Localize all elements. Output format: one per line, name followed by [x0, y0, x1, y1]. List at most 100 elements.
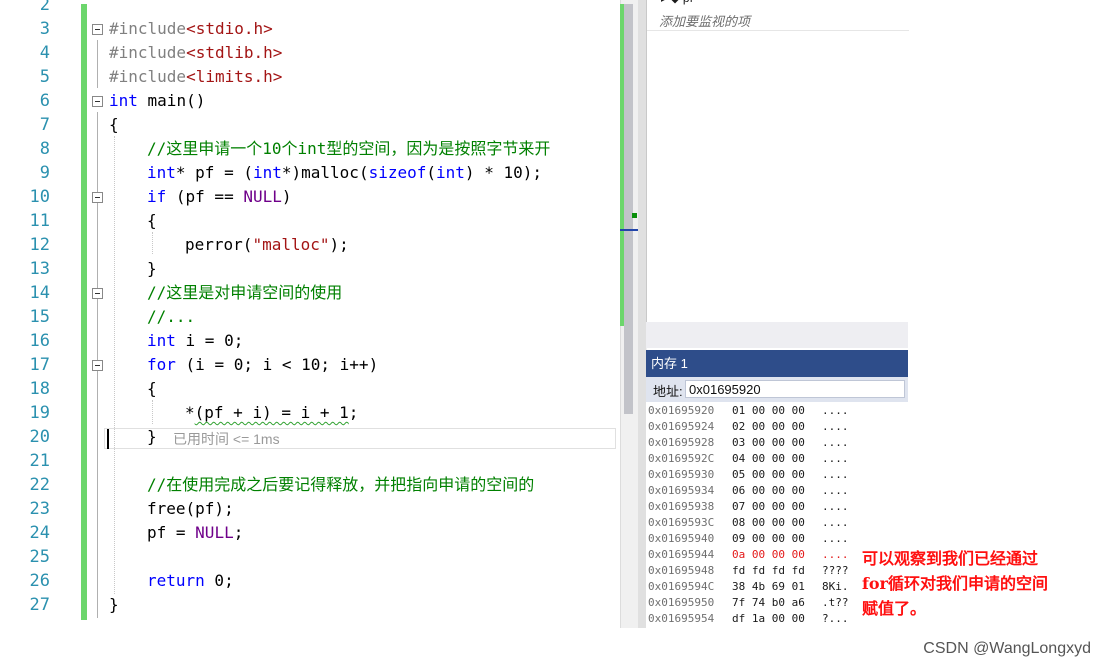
code-token: #include	[109, 43, 187, 62]
memory-bytes: fd fd fd fd	[732, 564, 805, 577]
code-line: 25	[0, 545, 620, 569]
code-line: 5 #include<limits.h>	[0, 65, 620, 89]
memory-address-bar: 地址: 0x01695920	[646, 377, 908, 402]
line-number: 23	[29, 499, 50, 519]
annotation-line: for循环对我们申请的空间	[862, 574, 1048, 593]
code-token: for	[147, 355, 176, 374]
code-text: {	[147, 377, 157, 401]
memory-address: 0x01695940	[648, 532, 715, 545]
annotation-line: 赋值了。	[862, 599, 927, 618]
memory-address: 0x01695934	[648, 484, 715, 497]
memory-row[interactable]: 0x01695928 03 00 00 00....	[646, 435, 908, 451]
memory-ascii: ....	[822, 548, 849, 561]
memory-address: 0x01695930	[648, 468, 715, 481]
code-text: pf = NULL;	[147, 521, 243, 545]
fold-toggle-for[interactable]	[92, 360, 103, 371]
code-line: 4 #include<stdlib.h>	[0, 41, 620, 65]
code-token: <limits.h>	[186, 67, 283, 86]
memory-row[interactable]: 0x0169593C 08 00 00 00....	[646, 515, 908, 531]
code-token: #include	[109, 67, 187, 86]
code-text: }	[109, 593, 119, 617]
panel-splitter[interactable]	[646, 322, 908, 348]
code-line: 21	[0, 449, 620, 473]
memory-row[interactable]: 0x01695924 02 00 00 00....	[646, 419, 908, 435]
code-token: pf =	[147, 523, 196, 542]
code-text: perror("malloc");	[185, 233, 349, 257]
code-text: return 0;	[147, 569, 234, 593]
code-line: 12 perror("malloc");	[0, 233, 620, 257]
code-token: free(pf);	[147, 499, 234, 518]
line-number: 8	[39, 139, 50, 159]
memory-bytes: 0a 00 00 00	[732, 548, 805, 561]
code-token: (	[426, 163, 437, 182]
code-text: free(pf);	[147, 497, 234, 521]
code-text: //这里是对申请空间的使用	[147, 281, 342, 305]
code-line: 23 free(pf);	[0, 497, 620, 521]
memory-address: 0x01695924	[648, 420, 715, 433]
code-text: }	[147, 425, 157, 449]
memory-address: 0x0169593C	[648, 516, 715, 529]
code-text: }	[147, 257, 157, 281]
memory-address: 0x01695938	[648, 500, 715, 513]
memory-ascii: .t??	[822, 596, 849, 609]
memory-bytes: 02 00 00 00	[732, 420, 805, 433]
memory-row[interactable]: 0x01695938 07 00 00 00....	[646, 499, 908, 515]
memory-row[interactable]: 0x01695934 06 00 00 00....	[646, 483, 908, 499]
line-number: 12	[29, 235, 50, 255]
memory-ascii: 8Ki.	[822, 580, 849, 593]
code-token: {	[109, 115, 119, 134]
memory-ascii: ....	[822, 500, 849, 513]
code-text: //在使用完成之后要记得释放，并把指向申请的空间的	[147, 473, 534, 497]
code-line: 16 int i = 0;	[0, 329, 620, 353]
code-token: //在使用完成之后要记得释放，并把指向申请的空间的	[147, 475, 535, 494]
annotation-text: 可以观察到我们已经通过 for循环对我们申请的空间 赋值了。	[862, 546, 1048, 621]
memory-row[interactable]: 0x01695940 09 00 00 00....	[646, 531, 908, 547]
line-number: 18	[29, 379, 50, 399]
fold-toggle-main[interactable]	[92, 96, 103, 107]
watch-add-item[interactable]: 添加要监视的项	[659, 11, 750, 30]
line-number: 7	[39, 115, 50, 135]
annotation-line: 可以观察到我们已经通过	[862, 549, 1039, 568]
scrollbar-thumb[interactable]	[624, 4, 633, 414]
code-token: *	[185, 403, 195, 422]
code-token: int	[147, 163, 176, 182]
memory-window-title[interactable]: 内存 1	[646, 350, 908, 377]
line-number: 14	[29, 283, 50, 303]
code-token: int	[147, 331, 176, 350]
line-number: 5	[39, 67, 50, 87]
watch-window[interactable]: ▸ ◆ pf 添加要监视的项	[646, 0, 909, 348]
splitter[interactable]	[638, 0, 646, 628]
code-text: {	[147, 209, 157, 233]
memory-address: 0x01695954	[648, 612, 715, 625]
code-text: //这里申请一个10个int型的空间，因为是按照字节来开	[147, 137, 550, 161]
fold-toggle-if[interactable]	[92, 192, 103, 203]
code-text: {	[109, 113, 119, 137]
code-token: <stdio.h>	[186, 19, 273, 38]
watch-item-name: pf	[683, 0, 693, 5]
code-token: #include	[109, 19, 187, 38]
line-number: 4	[39, 43, 50, 63]
memory-bytes: df 1a 00 00	[732, 612, 805, 625]
line-number: 2	[39, 0, 50, 15]
code-token: perror(	[185, 235, 253, 254]
memory-address: 0x01695944	[648, 548, 715, 561]
code-token: sizeof	[368, 163, 427, 182]
code-token: (pf ==	[166, 187, 244, 206]
code-token: int	[109, 91, 138, 110]
memory-address: 0x01695948	[648, 564, 715, 577]
code-text: int main()	[109, 89, 205, 113]
memory-row[interactable]: 0x0169592C 04 00 00 00....	[646, 451, 908, 467]
fold-toggle-comment[interactable]	[92, 288, 103, 299]
watch-item-pf[interactable]: ▸ ◆ pf	[661, 0, 693, 5]
fold-toggle-includes[interactable]	[92, 24, 103, 35]
line-number: 17	[29, 355, 50, 375]
memory-bytes: 03 00 00 00	[732, 436, 805, 449]
code-editor[interactable]: 2 3 #include<stdio.h> 4 #include<stdlib.h> 5 #…	[0, 0, 620, 628]
memory-ascii: ?...	[822, 612, 849, 625]
code-line: 15 //...	[0, 305, 620, 329]
memory-row[interactable]: 0x01695930 05 00 00 00....	[646, 467, 908, 483]
address-input[interactable]: 0x01695920	[685, 380, 905, 398]
memory-address: 0x01695950	[648, 596, 715, 609]
memory-row[interactable]: 0x01695920 01 00 00 00....	[646, 403, 908, 419]
memory-address: 0x01695928	[648, 436, 715, 449]
